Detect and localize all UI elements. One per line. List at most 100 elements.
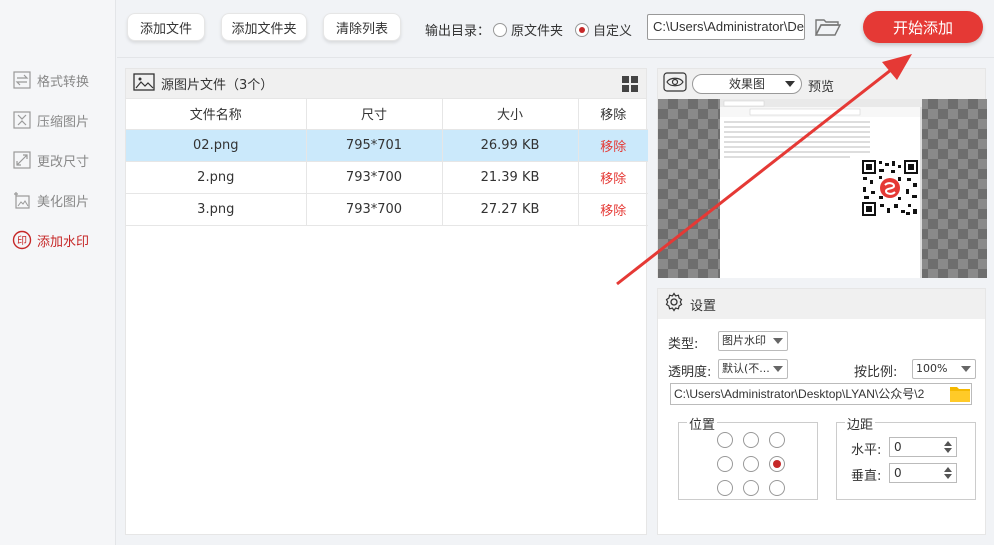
table-row[interactable]: 3.png 793*700 27.27 KB 移除 [126, 193, 648, 226]
sidebar-item-label: 美化图片 [37, 194, 90, 210]
position-top-left[interactable] [717, 432, 733, 448]
preview-mode-value: 效果图 [728, 77, 765, 91]
margin-label: 边距 [845, 414, 876, 433]
file-dimensions: 793*700 [306, 161, 443, 194]
svg-text:印: 印 [17, 235, 27, 247]
remove-button[interactable]: 移除 [578, 193, 648, 226]
remove-button[interactable]: 移除 [578, 161, 648, 194]
horizontal-label: 水平: [851, 443, 882, 458]
preview-mode-select[interactable]: 效果图 [692, 74, 802, 94]
type-select[interactable]: 图片水印 [718, 331, 788, 351]
column-header: 大小 [442, 99, 579, 130]
spin-down-icon[interactable] [944, 474, 952, 479]
clear-list-button[interactable]: 清除列表 [323, 13, 401, 41]
position-group: 位置 [678, 414, 818, 500]
sidebar-item-compress[interactable]: 压缩图片 [12, 108, 89, 132]
radio-custom-folder[interactable]: 自定义 [575, 20, 632, 39]
radio-label: 自定义 [593, 24, 633, 39]
add-file-button[interactable]: 添加文件 [127, 13, 205, 41]
table-row[interactable]: 2.png 793*700 21.39 KB 移除 [126, 161, 648, 194]
spin-up-icon[interactable] [944, 467, 952, 472]
file-table: 文件名称 尺寸 大小 移除 02.png 795*701 26.99 KB 移除… [126, 99, 648, 226]
opacity-label: 透明度: [668, 365, 712, 380]
watermark-icon: 印 [12, 230, 32, 250]
output-path-input[interactable]: C:\Users\Administrator\Desktop\LYAN [647, 14, 805, 40]
column-header: 文件名称 [126, 99, 307, 130]
opacity-select[interactable]: 默认(不... [718, 359, 788, 379]
start-add-button[interactable]: 开始添加 [863, 11, 983, 43]
radio-label: 原文件夹 [511, 24, 564, 39]
chevron-down-icon [961, 366, 971, 372]
settings-panel: 设置 类型: 图片水印 透明度: 默认(不... 按比例: 100% C:\Us… [657, 288, 986, 535]
file-name: 02.png [126, 129, 307, 162]
settings-header: 设置 [658, 289, 985, 319]
spin-down-icon[interactable] [944, 448, 952, 453]
horizontal-margin-value: 0 [894, 440, 902, 454]
sidebar-item-resize[interactable]: 更改尺寸 [12, 148, 89, 172]
column-header: 尺寸 [306, 99, 443, 130]
settings-title: 设置 [690, 298, 717, 314]
sidebar-item-label: 添加水印 [37, 234, 90, 250]
vertical-margin-stepper[interactable]: 0 [889, 463, 957, 483]
sidebar-item-label: 更改尺寸 [37, 154, 90, 170]
output-dir-label: 输出目录： [425, 24, 491, 39]
radio-original-folder[interactable]: 原文件夹 [493, 20, 563, 39]
preview-canvas [658, 99, 987, 278]
file-name: 3.png [126, 193, 307, 226]
position-bottom-left[interactable] [717, 480, 733, 496]
position-middle-left[interactable] [717, 456, 733, 472]
gear-icon [664, 292, 684, 316]
preview-panel: 效果图 预览 [657, 68, 987, 278]
convert-icon [12, 70, 32, 90]
horizontal-margin-stepper[interactable]: 0 [889, 437, 957, 457]
grid-view-icon[interactable] [622, 76, 638, 92]
position-label: 位置 [687, 414, 718, 433]
resize-icon [12, 150, 32, 170]
sidebar-item-format-convert[interactable]: 格式转换 [12, 68, 89, 92]
sidebar-item-label: 格式转换 [37, 74, 90, 90]
preview-label: 预览 [808, 80, 835, 95]
watermark-path-input[interactable]: C:\Users\Administrator\Desktop\LYAN\公众号\… [670, 383, 972, 405]
toolbar: 添加文件 添加文件夹 清除列表 输出目录： 原文件夹 自定义 C:\Users\… [117, 0, 994, 58]
spin-up-icon[interactable] [944, 441, 952, 446]
preview-header: 效果图 预览 [658, 69, 985, 99]
opacity-value: 默认(不... [722, 362, 770, 375]
file-list-panel: 源图片文件（3个） 文件名称 尺寸 大小 移除 02.png 795*701 2… [125, 68, 648, 535]
radio-indicator [575, 22, 589, 37]
file-list-header: 源图片文件（3个） [126, 69, 646, 99]
position-top-right[interactable] [769, 432, 785, 448]
chevron-down-icon [773, 338, 783, 344]
file-dimensions: 795*701 [306, 129, 443, 162]
chevron-down-icon [785, 81, 795, 87]
column-header: 移除 [578, 99, 648, 130]
folder-icon[interactable] [950, 385, 970, 402]
image-icon [133, 72, 155, 95]
table-header-row: 文件名称 尺寸 大小 移除 [126, 99, 648, 130]
scale-label: 按比例: [854, 365, 898, 380]
position-bottom-center[interactable] [743, 480, 759, 496]
file-list-title: 源图片文件（3个） [161, 78, 274, 93]
position-top-center[interactable] [743, 432, 759, 448]
vertical-label: 垂直: [851, 469, 882, 484]
compress-icon [12, 110, 32, 130]
sidebar-item-label: 压缩图片 [37, 114, 90, 130]
radio-indicator [493, 22, 507, 37]
chevron-down-icon [773, 366, 783, 372]
eye-icon[interactable] [663, 72, 687, 96]
position-middle-right[interactable] [769, 456, 785, 472]
sidebar-item-beautify[interactable]: 美化图片 [12, 188, 89, 212]
table-row[interactable]: 02.png 795*701 26.99 KB 移除 [126, 129, 648, 162]
sidebar-item-watermark[interactable]: 印 添加水印 [12, 228, 89, 252]
position-middle-center[interactable] [743, 456, 759, 472]
add-folder-button[interactable]: 添加文件夹 [221, 13, 307, 41]
vertical-margin-value: 0 [894, 466, 902, 480]
position-bottom-right[interactable] [769, 480, 785, 496]
scale-select[interactable]: 100% [912, 359, 976, 379]
preview-image [720, 99, 922, 278]
file-size: 21.39 KB [442, 161, 579, 194]
remove-button[interactable]: 移除 [578, 129, 648, 162]
file-size: 27.27 KB [442, 193, 579, 226]
file-name: 2.png [126, 161, 307, 194]
type-label: 类型: [668, 337, 699, 352]
folder-open-icon[interactable] [814, 16, 842, 38]
